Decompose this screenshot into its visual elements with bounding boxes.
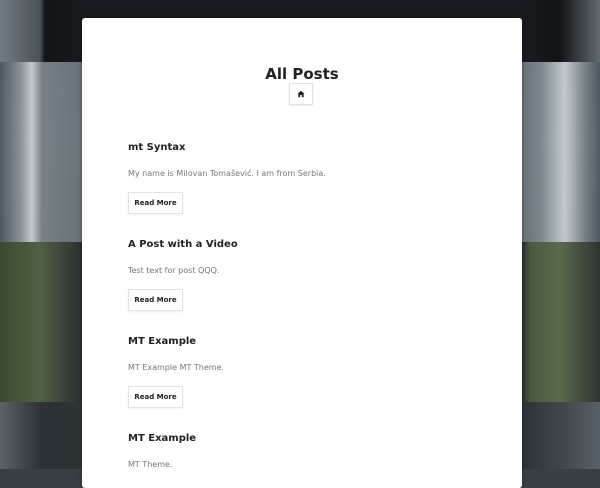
post-item: A Post with a Video Test text for post Q… [128,239,488,311]
home-button[interactable] [289,83,313,105]
post-excerpt: MT Theme. [128,460,173,469]
content-card: All Posts mt Syntax My name is Milovan T… [82,18,522,488]
post-title[interactable]: A Post with a Video [128,239,488,250]
post-item: mt Syntax My name is Milovan Tomašević. … [128,142,488,214]
post-item: MT Example MT Example MT Theme. Read Mor… [128,336,488,408]
post-excerpt: Test text for post QQQ. [128,266,220,275]
read-more-button[interactable]: Read More [128,192,183,214]
read-more-button[interactable]: Read More [128,386,183,408]
post-excerpt: My name is Milovan Tomašević. I am from … [128,169,326,178]
read-more-button[interactable]: Read More [128,289,183,311]
post-title[interactable]: MT Example [128,433,488,444]
post-item: MT Example MT Theme. [128,433,488,469]
home-icon [297,90,305,98]
page-title: All Posts [265,65,339,83]
post-title[interactable]: MT Example [128,336,488,347]
post-excerpt: MT Example MT Theme. [128,363,225,372]
post-title[interactable]: mt Syntax [128,142,488,153]
